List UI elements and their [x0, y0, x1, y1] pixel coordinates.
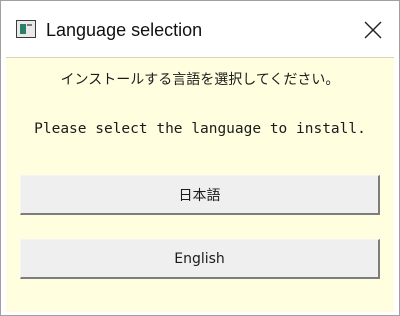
- application-window-icon: [16, 20, 36, 38]
- instruction-japanese: インストールする言語を選択してください。: [60, 72, 340, 88]
- instruction-english: Please select the language to install.: [34, 121, 366, 137]
- close-icon: [364, 21, 382, 39]
- english-language-button[interactable]: English: [20, 239, 380, 279]
- title-bar[interactable]: Language selection: [1, 1, 399, 57]
- language-selection-dialog: Language selection インストールする言語を選択してください。 …: [0, 0, 400, 316]
- dialog-content: インストールする言語を選択してください。 Please select the l…: [6, 57, 394, 312]
- japanese-language-button[interactable]: 日本語: [20, 175, 380, 215]
- window-title: Language selection: [46, 20, 203, 40]
- close-button[interactable]: [361, 18, 385, 42]
